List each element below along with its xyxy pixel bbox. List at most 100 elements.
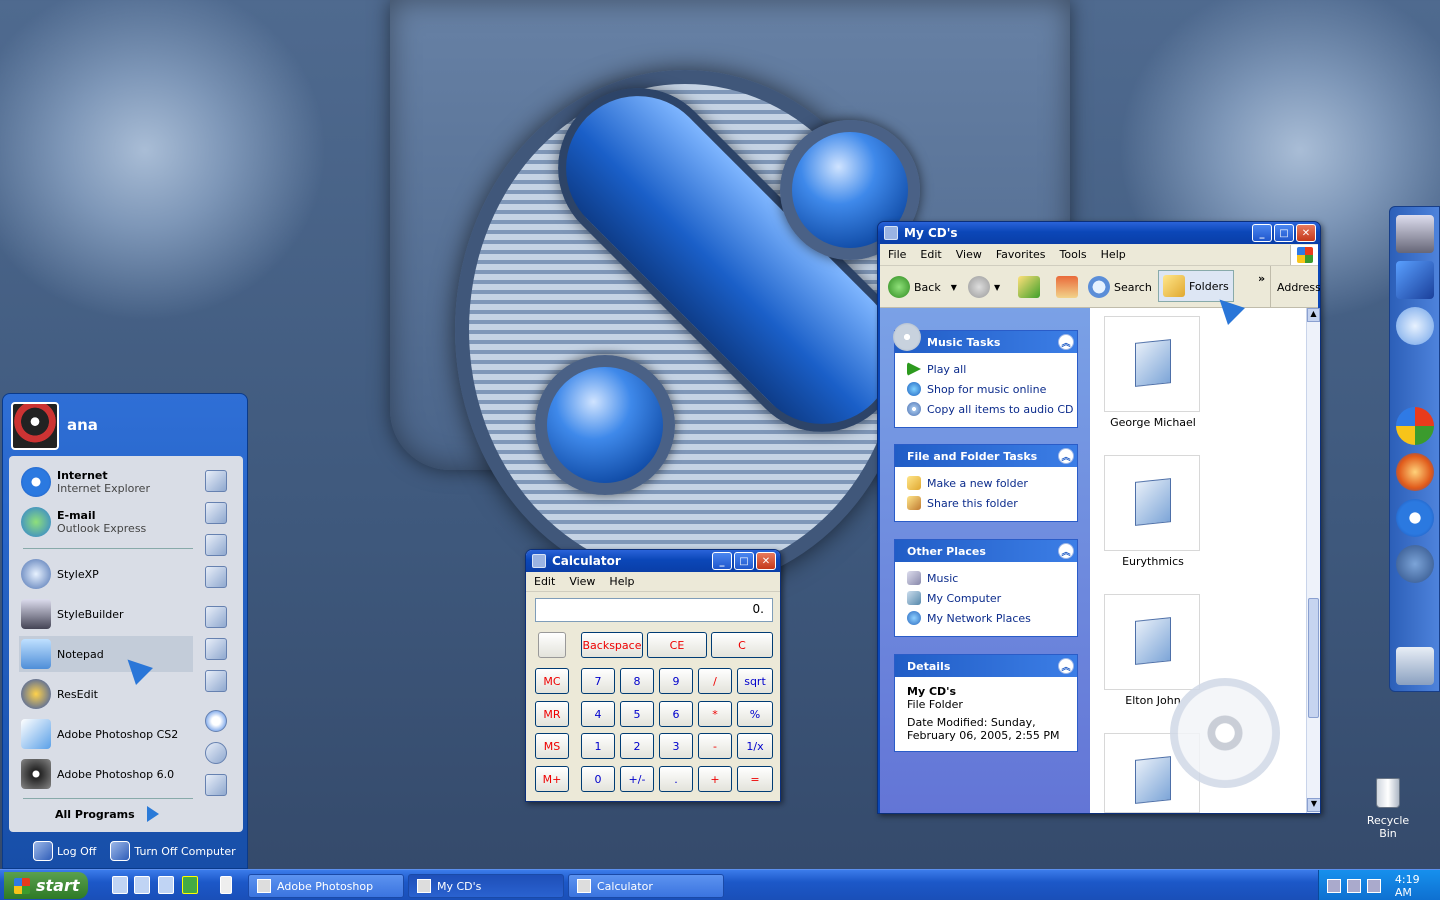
maximize-button[interactable]: □ [1274, 224, 1294, 242]
scroll-down-arrow-icon[interactable]: ▼ [1307, 798, 1320, 812]
close-button[interactable]: ✕ [1296, 224, 1316, 242]
key-equals[interactable]: = [737, 766, 773, 792]
menu-tools[interactable]: Tools [1060, 248, 1087, 261]
clock[interactable]: 4:19 AM [1395, 873, 1440, 899]
music-tasks-header[interactable]: Music Tasks ︽ [893, 323, 1077, 353]
bubbles-icon[interactable] [1396, 307, 1434, 345]
key-percent[interactable]: % [737, 701, 773, 727]
key-2[interactable]: 2 [620, 733, 654, 759]
key-reciprocal[interactable]: 1/x [737, 733, 773, 759]
key-decimal[interactable]: . [659, 766, 693, 792]
shop-music-link[interactable]: Shop for music online [895, 379, 1077, 399]
vertical-scrollbar[interactable]: ▲ ▼ [1306, 308, 1320, 813]
menu-view[interactable]: View [956, 248, 982, 261]
forward-button[interactable]: ▼ [968, 276, 1000, 298]
c-button[interactable]: C [711, 632, 773, 658]
control-panel-icon[interactable] [205, 606, 227, 628]
dropdown-arrow-icon[interactable]: ▼ [994, 283, 1000, 292]
collapse-chevron-icon[interactable]: ︽ [1058, 334, 1074, 350]
network-connections-icon[interactable] [205, 638, 227, 660]
mr-button[interactable]: MR [535, 701, 569, 727]
start-item-internet[interactable]: Internet Internet Explorer [19, 464, 193, 500]
play-all-link[interactable]: Play all [895, 359, 1077, 379]
copy-to-cd-link[interactable]: Copy all items to audio CD [895, 399, 1077, 419]
other-places-header[interactable]: Other Places ︽ [895, 540, 1077, 562]
menu-edit[interactable]: Edit [534, 575, 555, 588]
volume-tray-icon[interactable] [1366, 878, 1381, 893]
documents-icon[interactable] [205, 470, 227, 492]
key-minus[interactable]: - [698, 733, 732, 759]
start-button[interactable]: start [4, 872, 88, 899]
desktop-icon[interactable] [1396, 647, 1434, 685]
task-calculator[interactable]: Calculator [568, 874, 724, 898]
minimize-button[interactable]: _ [1252, 224, 1272, 242]
key-5[interactable]: 5 [620, 701, 654, 727]
quicklaunch-app-icon[interactable] [182, 876, 198, 894]
start-item-notepad[interactable]: Notepad [19, 636, 193, 672]
menu-help[interactable]: Help [609, 575, 634, 588]
folder-george-michael[interactable] [1104, 316, 1200, 412]
menu-view[interactable]: View [569, 575, 595, 588]
turn-off-button[interactable]: Turn Off Computer [110, 841, 236, 861]
ms-button[interactable]: MS [535, 733, 569, 759]
start-item-email[interactable]: E-mail Outlook Express [19, 504, 193, 540]
task-adobe-photoshop[interactable]: Adobe Photoshop [248, 874, 404, 898]
msn-icon[interactable] [1396, 407, 1434, 445]
key-multiply[interactable]: * [698, 701, 732, 727]
laptop-icon[interactable] [1396, 215, 1434, 253]
my-computer-link[interactable]: My Computer [895, 588, 1077, 608]
network-tray-icon[interactable] [1346, 878, 1361, 893]
key-1[interactable]: 1 [581, 733, 615, 759]
file-folder-tasks-header[interactable]: File and Folder Tasks ︽ [895, 445, 1077, 467]
book-icon[interactable] [1396, 261, 1434, 299]
share-folder-link[interactable]: Share this folder [895, 493, 1077, 513]
new-folder-link[interactable]: Make a new folder [895, 473, 1077, 493]
all-programs-button[interactable]: All Programs [55, 806, 159, 822]
collapse-chevron-icon[interactable]: ︽ [1058, 543, 1074, 559]
key-9[interactable]: 9 [659, 668, 693, 694]
scroll-up-arrow-icon[interactable]: ▲ [1307, 308, 1320, 322]
mc-button[interactable]: MC [535, 668, 569, 694]
key-plus[interactable]: + [698, 766, 732, 792]
collapse-chevron-icon[interactable]: ︽ [1058, 658, 1074, 674]
folder-eurythmics[interactable] [1104, 455, 1200, 551]
menu-edit[interactable]: Edit [920, 248, 941, 261]
my-computer-icon[interactable] [205, 566, 227, 588]
m-plus-button[interactable]: M+ [535, 766, 569, 792]
address-label[interactable]: Address [1270, 266, 1320, 308]
pictures-icon[interactable] [205, 502, 227, 524]
more-chevron[interactable]: » [1258, 272, 1265, 285]
run-icon[interactable] [205, 774, 227, 796]
network-places-link[interactable]: My Network Places [895, 608, 1077, 628]
menu-file[interactable]: File [888, 248, 906, 261]
minimize-button[interactable]: _ [712, 552, 732, 570]
back-button[interactable]: Back ▼ [888, 276, 957, 298]
explorer-titlebar[interactable]: My CD's _ □ ✕ [878, 222, 1320, 244]
key-divide[interactable]: / [698, 668, 732, 694]
start-item-photoshop-cs2[interactable]: Adobe Photoshop CS2 [19, 716, 193, 752]
start-item-stylebuilder[interactable]: StyleBuilder [19, 596, 193, 632]
close-button[interactable]: ✕ [756, 552, 776, 570]
quicklaunch-tools-icon[interactable] [134, 876, 150, 894]
key-plus-minus[interactable]: +/- [620, 766, 654, 792]
key-sqrt[interactable]: sqrt [737, 668, 773, 694]
music-link[interactable]: Music [895, 568, 1077, 588]
start-item-resedit[interactable]: ResEdit [19, 676, 193, 712]
search-icon[interactable] [205, 742, 227, 764]
music-icon[interactable] [205, 534, 227, 556]
quicklaunch-expand-icon[interactable] [220, 876, 232, 894]
key-3[interactable]: 3 [659, 733, 693, 759]
up-button[interactable] [1018, 276, 1040, 298]
calculator-titlebar[interactable]: Calculator _ □ ✕ [526, 550, 780, 572]
quicklaunch-calculator-icon[interactable] [158, 876, 174, 894]
details-header[interactable]: Details ︽ [895, 655, 1077, 677]
tray-expand-icon[interactable] [1327, 878, 1341, 893]
help-icon[interactable] [205, 710, 227, 732]
quicklaunch-notepad-icon[interactable] [112, 876, 128, 894]
backspace-button[interactable]: Backspace [581, 632, 643, 658]
ce-button[interactable]: CE [647, 632, 707, 658]
firefox-icon[interactable] [1396, 453, 1434, 491]
printers-icon[interactable] [205, 670, 227, 692]
start-item-photoshop-6[interactable]: Adobe Photoshop 6.0 [19, 756, 193, 792]
recycle-bin[interactable]: Recycle Bin [1360, 778, 1416, 840]
